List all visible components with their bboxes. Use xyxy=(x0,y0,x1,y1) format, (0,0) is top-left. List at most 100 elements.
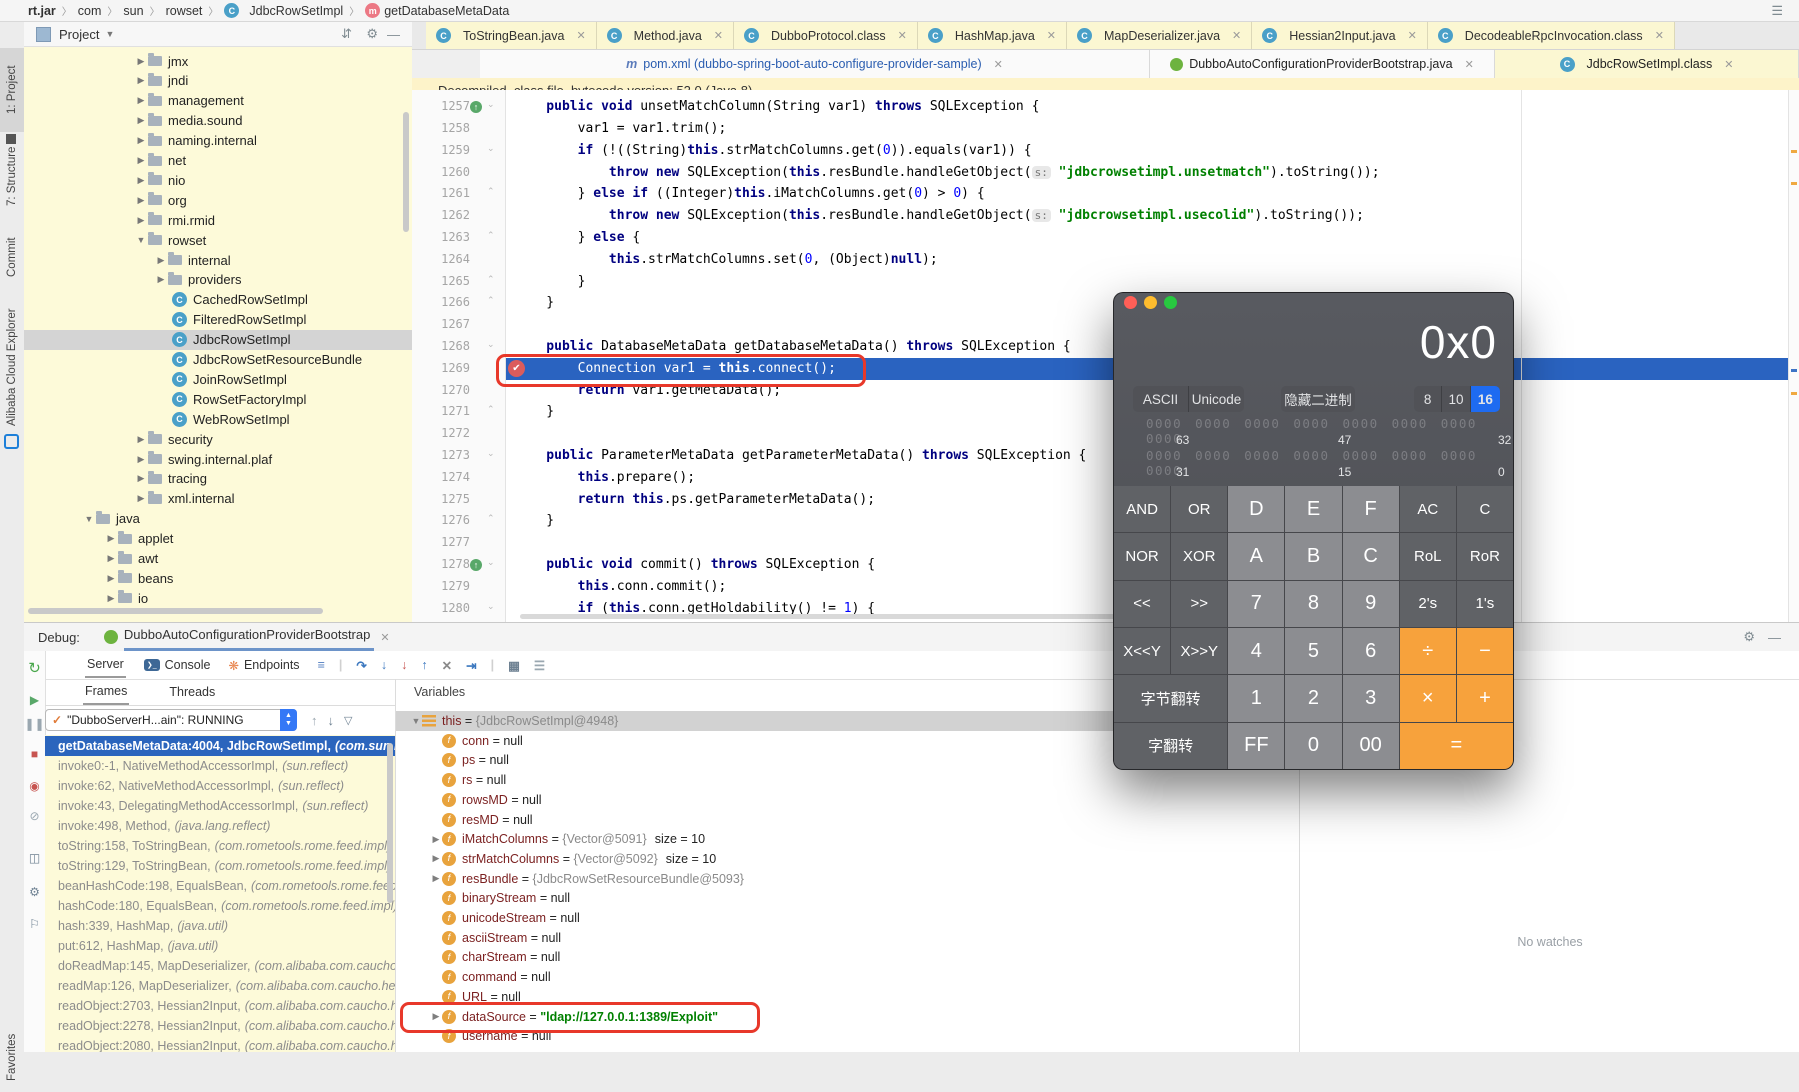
stack-frame[interactable]: beanHashCode:198, EqualsBean,(com.rometo… xyxy=(45,876,395,896)
stack-frame[interactable]: readObject:2080, Hessian2Input,(com.alib… xyxy=(45,1036,395,1052)
layout-settings-icon[interactable]: ≡ xyxy=(318,658,325,672)
restore-layout-icon[interactable]: ☰ xyxy=(534,658,545,673)
calc-key-_[interactable]: + xyxy=(1457,675,1513,721)
close-icon[interactable]: ✕ xyxy=(714,29,723,42)
tree-chevron-right-icon[interactable]: ▶ xyxy=(134,454,148,465)
tree-item-tracing[interactable]: ▶tracing xyxy=(24,469,412,489)
stripe-mark[interactable] xyxy=(1791,369,1797,372)
calc-key-D[interactable]: D xyxy=(1228,486,1284,532)
calc-key-OR[interactable]: OR xyxy=(1171,486,1227,532)
tree-item-filteredrowsetimpl[interactable]: CFilteredRowSetImpl xyxy=(24,310,412,330)
tree-item-awt[interactable]: ▶awt xyxy=(24,549,412,569)
chevron-right-icon[interactable]: ▶ xyxy=(430,834,442,845)
breadcrumb-item[interactable]: rt.jar xyxy=(28,4,56,18)
chevron-right-icon[interactable]: ▶ xyxy=(430,873,442,884)
editor-tab-dubboautoconfigurati[interactable]: DubboAutoConfigurationProviderBootstrap.… xyxy=(1150,50,1495,78)
fold-marker[interactable]: ⌄ xyxy=(487,448,495,459)
close-icon[interactable]: ✕ xyxy=(1655,29,1664,42)
breakpoint-icon[interactable]: ✔ xyxy=(508,360,525,377)
thread-selector[interactable]: ✓ "DubboServerH...ain": RUNNING xyxy=(45,709,297,731)
stripe-mark[interactable] xyxy=(1791,182,1797,185)
tree-chevron-right-icon[interactable]: ▶ xyxy=(134,195,148,206)
stack-frame[interactable]: readObject:2278, Hessian2Input,(com.alib… xyxy=(45,1016,395,1036)
stack-frame[interactable]: invoke:498, Method,(java.lang.reflect) xyxy=(45,816,395,836)
breadcrumb-item[interactable]: sun xyxy=(123,4,143,18)
close-icon[interactable]: ✕ xyxy=(898,29,907,42)
editor-tab-mapdeserializer-java[interactable]: CMapDeserializer.java✕ xyxy=(1067,22,1252,49)
calc-key-2_s[interactable]: 2's xyxy=(1400,581,1456,627)
editor-tab-hessian2input-java[interactable]: CHessian2Input.java✕ xyxy=(1252,22,1428,49)
tree-item-webrowsetimpl[interactable]: CWebRowSetImpl xyxy=(24,409,412,429)
stack-frame[interactable]: getDatabaseMetaData:4004, JdbcRowSetImpl… xyxy=(45,736,395,756)
tree-item-nio[interactable]: ▶nio xyxy=(24,170,412,190)
close-icon[interactable]: ✕ xyxy=(1724,58,1733,71)
variable-command[interactable]: fcommand = null xyxy=(396,967,1300,987)
calc-key-AND[interactable]: AND xyxy=(1114,486,1170,532)
tree-item-jndi[interactable]: ▶jndi xyxy=(24,71,412,91)
tree-item-rmi-rmid[interactable]: ▶rmi.rmid xyxy=(24,210,412,230)
step-into-icon[interactable]: ↓ xyxy=(381,658,387,672)
chevron-right-icon[interactable]: ▶ xyxy=(430,1011,442,1022)
calc-key-AC[interactable]: AC xyxy=(1400,486,1456,532)
close-icon[interactable]: ✕ xyxy=(576,29,585,42)
calc-key-C[interactable]: C xyxy=(1457,486,1513,532)
frame-up-icon[interactable]: ↑ xyxy=(311,713,318,728)
calc-key-7[interactable]: 7 xyxy=(1228,581,1284,627)
project-panel-title[interactable]: Project xyxy=(59,27,99,42)
debug-session-tab[interactable]: DubboAutoConfigurationProviderBootstrap xyxy=(124,623,374,651)
close-icon[interactable]: ✕ xyxy=(1232,29,1241,42)
fold-marker[interactable]: ⌃ xyxy=(487,274,495,285)
tree-item-applet[interactable]: ▶applet xyxy=(24,529,412,549)
tool-tab-console[interactable]: ❯_Console xyxy=(144,658,211,672)
fold-marker[interactable]: ⌄ xyxy=(487,601,495,612)
tree-item-java[interactable]: ▼java xyxy=(24,509,412,529)
fold-marker[interactable]: ⌃ xyxy=(487,230,495,241)
close-icon[interactable]: ✕ xyxy=(1465,58,1474,71)
run-to-cursor-icon[interactable]: ⇥ xyxy=(466,658,476,673)
fold-marker[interactable]: ⌄ xyxy=(487,557,495,568)
tree-chevron-right-icon[interactable]: ▶ xyxy=(134,215,148,226)
variable-unicodeStream[interactable]: funicodeStream = null xyxy=(396,908,1300,928)
tree-item-xml-internal[interactable]: ▶xml.internal xyxy=(24,489,412,509)
thread-stepper[interactable]: ▲▼ xyxy=(280,709,297,731)
variable-resMD[interactable]: fresMD = null xyxy=(396,810,1300,830)
tree-item-cachedrowsetimpl[interactable]: CCachedRowSetImpl xyxy=(24,290,412,310)
tree-chevron-right-icon[interactable]: ▶ xyxy=(104,593,118,604)
calc-key-6[interactable]: 6 xyxy=(1343,628,1399,674)
calc-key-_[interactable]: − xyxy=(1457,628,1513,674)
stop-icon[interactable]: ■ xyxy=(24,747,45,761)
tree-item-security[interactable]: ▶security xyxy=(24,429,412,449)
expand-collapse-icon[interactable]: ⇵ xyxy=(341,26,352,42)
close-icon[interactable]: ✕ xyxy=(380,631,389,644)
stack-frame[interactable]: invoke0:-1, NativeMethodAccessorImpl,(su… xyxy=(45,756,395,776)
tool-tab-endpoints[interactable]: ❋Endpoints xyxy=(228,658,299,673)
variable-rowsMD[interactable]: frowsMD = null xyxy=(396,790,1300,810)
editor-tab-pom-xml-dubbo-sprin[interactable]: mpom.xml (dubbo-spring-boot-auto-configu… xyxy=(480,50,1150,78)
tree-item-jdbcrowsetresourcebundle[interactable]: CJdbcRowSetResourceBundle xyxy=(24,350,412,370)
breadcrumb-item[interactable]: CJdbcRowSetImpl xyxy=(224,3,343,18)
stack-frame[interactable]: hashCode:180, EqualsBean,(com.rometools.… xyxy=(45,896,395,916)
tree-chevron-right-icon[interactable]: ▶ xyxy=(134,155,148,166)
calc-key-9[interactable]: 9 xyxy=(1343,581,1399,627)
tree-chevron-right-icon[interactable]: ▶ xyxy=(154,255,168,266)
fold-marker[interactable]: ⌃ xyxy=(487,513,495,524)
chevron-right-icon[interactable]: ▶ xyxy=(430,853,442,864)
tree-item-media-sound[interactable]: ▶media.sound xyxy=(24,111,412,131)
tree-chevron-down-icon[interactable]: ▼ xyxy=(82,514,96,524)
base-10-button[interactable]: 10 xyxy=(1442,386,1470,412)
editor-tab-hashmap-java[interactable]: CHashMap.java✕ xyxy=(918,22,1067,49)
frames-tab-threads[interactable]: Threads xyxy=(167,680,217,704)
breadcrumb-item[interactable]: mgetDatabaseMetaData xyxy=(365,3,509,18)
gear-icon[interactable]: ⚙ xyxy=(366,26,378,42)
stack-frame[interactable]: toString:129, ToStringBean,(com.rometool… xyxy=(45,856,395,876)
variable-URL[interactable]: fURL = null xyxy=(396,987,1300,1007)
calc-key-__[interactable]: >> xyxy=(1171,581,1227,627)
calc-key-E[interactable]: E xyxy=(1285,486,1341,532)
tree-item-swing-internal-plaf[interactable]: ▶swing.internal.plaf xyxy=(24,449,412,469)
calc-key-X__Y[interactable]: X>>Y xyxy=(1171,628,1227,674)
tree-item-net[interactable]: ▶net xyxy=(24,151,412,171)
window-minimize-button[interactable] xyxy=(1144,296,1157,309)
tree-item-providers[interactable]: ▶providers xyxy=(24,270,412,290)
stack-frame[interactable]: doReadMap:145, MapDeserializer,(com.alib… xyxy=(45,956,395,976)
calc-key-XOR[interactable]: XOR xyxy=(1171,533,1227,579)
